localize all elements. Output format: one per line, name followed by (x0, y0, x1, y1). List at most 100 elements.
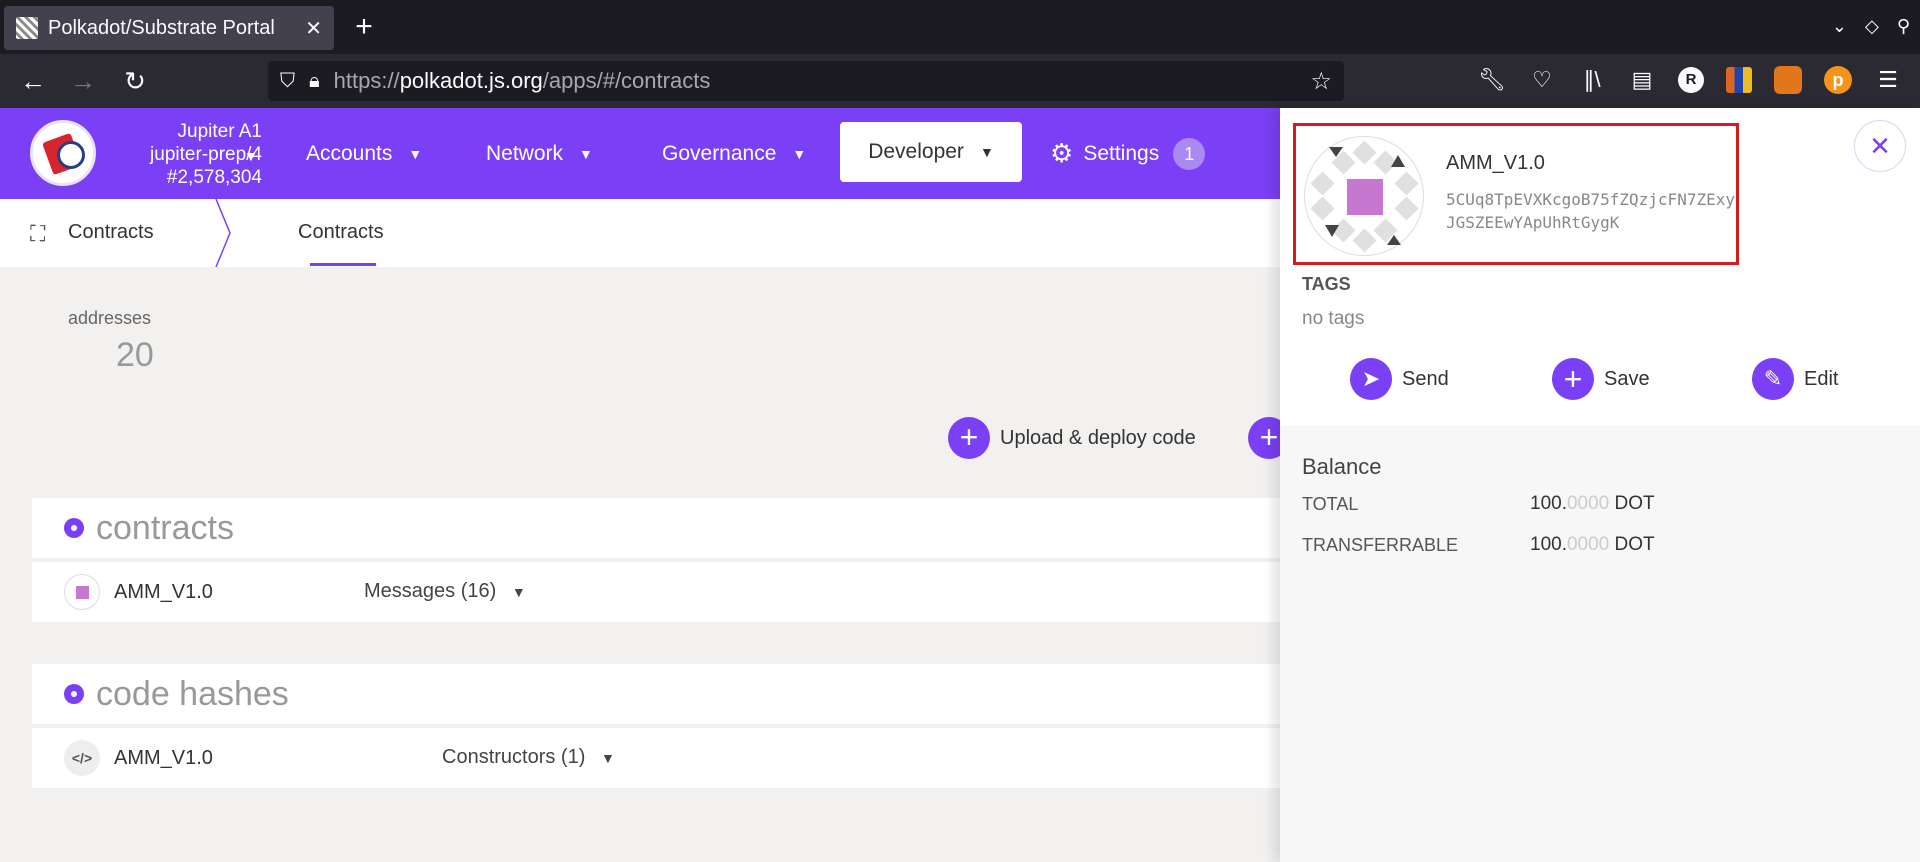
section-header: contracts (32, 498, 1282, 558)
library-icon[interactable]: ∥\ (1578, 66, 1606, 94)
identicon-avatar (64, 574, 100, 610)
gear-icon: ⚙ (1050, 138, 1074, 168)
bookmark-star-icon[interactable]: ☆ (1310, 67, 1332, 96)
menu-accounts-label: Accounts (306, 141, 393, 165)
window-controls: ⌄ ◇ ⚲ (1832, 16, 1910, 37)
plus-icon: + (948, 417, 990, 459)
menu-settings-label: Settings (1083, 141, 1160, 165)
plus-icon: + (1552, 358, 1594, 400)
caret-down-icon: ▼ (579, 145, 593, 162)
balance-int: 100. (1530, 534, 1567, 555)
url-bar[interactable]: ⛉ 🔒︎ https://polkadot.js.org/apps/#/cont… (268, 61, 1344, 101)
balance-unit: DOT (1614, 493, 1655, 514)
account-sidebar: ✕ AMM_V1.0 5CUq8TpEVXKcgoB75fZQzjcFN7ZEx… (1280, 108, 1920, 862)
send-label: Send (1402, 367, 1449, 390)
menu-network[interactable]: Network ▼ (486, 108, 593, 199)
messages-dropdown-label: Messages (16) (364, 580, 497, 602)
shield-icon[interactable]: ⛉ (280, 70, 295, 93)
code-hashes-section: code hashes </> AMM_V1.0 Constructors (1… (32, 664, 1282, 788)
menu-governance-label: Governance (662, 141, 777, 165)
subnav-section-label: Contracts (68, 221, 154, 243)
browser-tab[interactable]: Polkadot/Substrate Portal ✕ (4, 6, 334, 50)
url-path: /apps/#/contracts (542, 68, 711, 93)
reload-icon[interactable]: ↻ (120, 66, 150, 96)
caret-down-icon: ▼ (408, 145, 423, 162)
chain-spec: jupiter-prep/4 (150, 144, 262, 165)
page-grid-icon (16, 17, 38, 39)
hamburger-menu-icon[interactable]: ☰ (1874, 66, 1902, 94)
tags-label: TAGS (1302, 274, 1351, 294)
upload-deploy-label: Upload & deploy code (1000, 426, 1196, 449)
menu-developer-label: Developer (868, 140, 964, 163)
balance-total-label: TOTAL (1302, 494, 1359, 514)
breadcrumb-separator (215, 199, 231, 267)
edit-button[interactable]: ✎ Edit (1752, 358, 1838, 400)
contract-name[interactable]: AMM_V1.0 (114, 581, 213, 604)
edit-icon: ✎ (1752, 358, 1794, 400)
sidebar-icon[interactable]: ▤ (1628, 66, 1656, 94)
forward-arrow-icon[interactable]: → (68, 66, 98, 96)
caret-down-icon: ▼ (792, 145, 807, 162)
tab-title: Polkadot/Substrate Portal (48, 16, 275, 39)
minimize-icon[interactable]: ◇ (1865, 16, 1879, 37)
code-icon: </> (64, 740, 100, 776)
summary-value: 20 (116, 336, 154, 374)
constructors-dropdown[interactable]: Constructors (1) ▼ (442, 746, 615, 769)
chain-name: Jupiter A1 (177, 121, 263, 142)
code-hash-name[interactable]: AMM_V1.0 (114, 747, 213, 770)
send-icon: ➤ (1350, 358, 1392, 400)
close-icon[interactable]: ✕ (1854, 120, 1906, 172)
tab-close-icon[interactable]: ✕ (305, 16, 322, 41)
section-dot-icon (64, 518, 84, 538)
tags-value[interactable]: no tags (1302, 308, 1364, 330)
save-button[interactable]: + Save (1552, 358, 1650, 400)
chain-logo[interactable] (30, 120, 96, 186)
caret-down-icon: ▼ (600, 750, 615, 766)
section-title: code hashes (96, 674, 289, 713)
menu-settings[interactable]: ⚙ Settings 1 (1050, 108, 1206, 199)
highlight-box (1293, 123, 1739, 265)
save-label: Save (1604, 367, 1650, 390)
menu-developer[interactable]: Developer ▼ (840, 122, 1022, 182)
edit-label: Edit (1804, 367, 1839, 390)
messages-dropdown[interactable]: Messages (16) ▼ (364, 580, 526, 603)
url-scheme: https:// (333, 68, 400, 93)
metamask-fox-icon[interactable] (1774, 66, 1802, 94)
extension-p-icon[interactable]: p (1824, 66, 1852, 94)
browser-toolbar: 🔧︎ ♡ ∥\ ▤ R p ☰ (1478, 66, 1902, 94)
list-all-tabs-icon[interactable]: ⌄ (1832, 16, 1847, 37)
new-tab-button[interactable]: + (348, 12, 380, 44)
balance-transferrable-label: TRANSFERRABLE (1302, 535, 1459, 555)
section-title: contracts (96, 508, 234, 547)
browser-nav-bar: ← → ↻ ⛉ 🔒︎ https://polkadot.js.org/apps/… (0, 54, 1920, 108)
caret-down-icon[interactable]: ▼ (244, 148, 258, 164)
profile-avatar[interactable]: R (1678, 67, 1704, 93)
active-tab-indicator (310, 263, 376, 266)
settings-badge: 1 (1173, 137, 1206, 170)
contracts-icon: ⛶ (30, 221, 46, 246)
pocket-icon[interactable]: ♡ (1528, 66, 1556, 94)
url-host: polkadot.js.org (399, 68, 543, 93)
send-button[interactable]: ➤ Send (1350, 358, 1449, 400)
tab-contracts[interactable]: Contracts (298, 221, 384, 244)
menu-accounts[interactable]: Accounts ▼ (306, 108, 422, 199)
balance-dec: 0000 (1566, 493, 1610, 514)
wrench-icon[interactable]: 🔧︎ (1478, 66, 1506, 94)
section-header: code hashes (32, 664, 1282, 724)
menu-governance[interactable]: Governance ▼ (662, 108, 806, 199)
table-row[interactable]: AMM_V1.0 Messages (16) ▼ (32, 558, 1282, 622)
caret-down-icon: ▼ (979, 144, 994, 160)
extension-flag-icon[interactable] (1726, 67, 1752, 93)
balance-int: 100. (1530, 493, 1567, 514)
constructors-dropdown-label: Constructors (1) (442, 746, 586, 768)
lock-icon[interactable]: 🔒︎ (309, 70, 320, 93)
summary-label: addresses (68, 308, 152, 328)
upload-deploy-button[interactable]: + Upload & deploy code (948, 417, 1196, 459)
back-arrow-icon[interactable]: ← (18, 66, 48, 96)
search-icon[interactable]: ⚲ (1897, 16, 1910, 37)
table-row[interactable]: </> AMM_V1.0 Constructors (1) ▼ (32, 724, 1282, 788)
balance-total-value: 100.0000 DOT (1530, 493, 1655, 515)
chain-selector[interactable]: Jupiter A1 jupiter-prep/4 #2,578,304 (112, 120, 262, 189)
menu-network-label: Network (486, 141, 564, 165)
balance-dec: 0000 (1566, 534, 1610, 555)
